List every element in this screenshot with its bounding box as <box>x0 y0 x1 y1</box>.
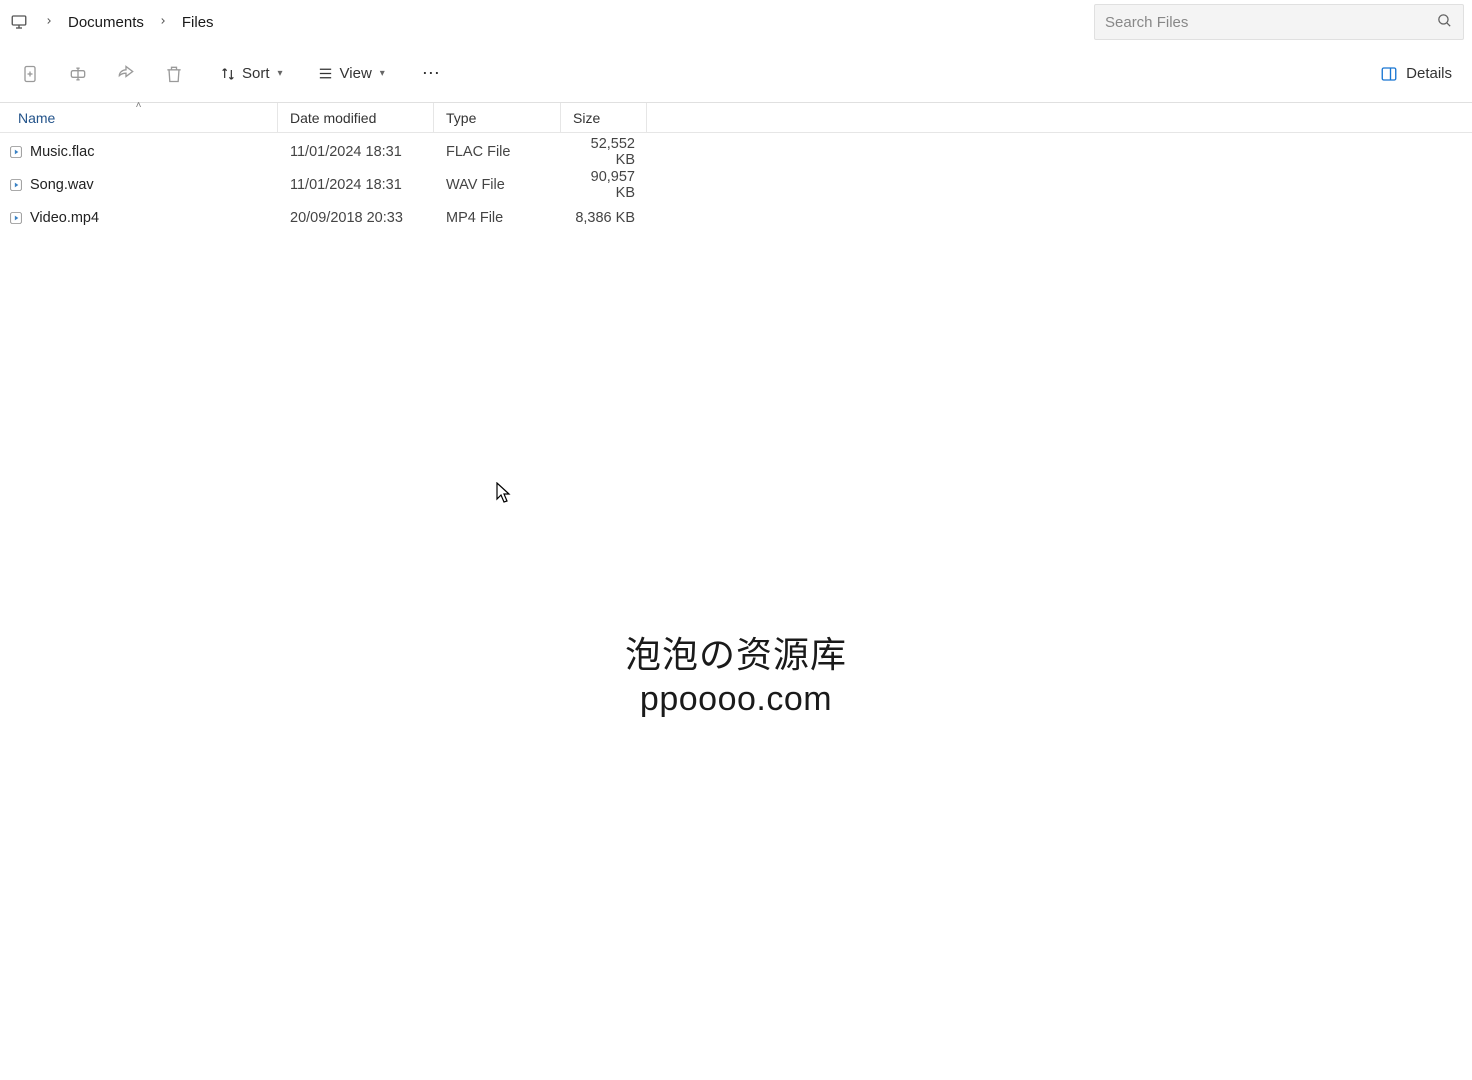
search-box[interactable] <box>1094 4 1464 40</box>
chevron-down-icon: ▾ <box>278 68 283 79</box>
file-type: FLAC File <box>434 144 561 160</box>
sort-button[interactable]: Sort ▾ <box>208 55 295 93</box>
details-button[interactable]: Details <box>1366 55 1466 93</box>
toolbar: Sort ▾ View ▾ ⋯ Details <box>0 45 1472 103</box>
file-size: 8,386 KB <box>561 210 647 226</box>
monitor-icon[interactable] <box>8 11 30 33</box>
media-file-icon <box>8 144 24 160</box>
watermark-line2: ppoooo.com <box>625 680 847 719</box>
file-name: Music.flac <box>30 144 94 160</box>
chevron-right-icon[interactable] <box>36 15 62 29</box>
file-type: WAV File <box>434 177 561 193</box>
delete-button[interactable] <box>150 55 198 93</box>
file-list[interactable]: Music.flac 11/01/2024 18:31 FLAC File 52… <box>0 133 1472 236</box>
sort-asc-icon: ˄ <box>136 100 142 111</box>
file-name: Video.mp4 <box>30 210 99 226</box>
file-name: Song.wav <box>30 177 94 193</box>
share-button[interactable] <box>102 55 150 93</box>
view-label: View <box>340 65 372 82</box>
new-button[interactable] <box>6 55 54 93</box>
chevron-right-icon[interactable] <box>150 15 176 29</box>
media-file-icon <box>8 210 24 226</box>
file-size: 52,552 KB <box>561 136 647 168</box>
column-header-modified[interactable]: Date modified <box>278 103 434 132</box>
file-modified: 20/09/2018 20:33 <box>278 210 434 226</box>
file-row[interactable]: Music.flac 11/01/2024 18:31 FLAC File 52… <box>0 135 1472 168</box>
file-row[interactable]: Video.mp4 20/09/2018 20:33 MP4 File 8,38… <box>0 201 1472 234</box>
more-button[interactable]: ⋯ <box>411 55 453 93</box>
file-type: MP4 File <box>434 210 561 226</box>
column-header-type[interactable]: Type <box>434 103 561 132</box>
sort-label: Sort <box>242 65 270 82</box>
watermark-line1: 泡泡の资源库 <box>625 626 847 678</box>
watermark: 泡泡の资源库 ppoooo.com <box>625 626 847 719</box>
column-headers: ˄ Name Date modified Type Size <box>0 103 1472 133</box>
file-modified: 11/01/2024 18:31 <box>278 177 434 193</box>
breadcrumb-documents[interactable]: Documents <box>62 10 150 35</box>
breadcrumb-bar: Documents Files <box>0 0 1472 45</box>
breadcrumb-files[interactable]: Files <box>176 10 220 35</box>
column-header-size[interactable]: Size <box>561 103 647 132</box>
file-modified: 11/01/2024 18:31 <box>278 144 434 160</box>
view-button[interactable]: View ▾ <box>305 55 397 93</box>
search-icon[interactable] <box>1436 12 1453 32</box>
rename-button[interactable] <box>54 55 102 93</box>
media-file-icon <box>8 177 24 193</box>
details-label: Details <box>1406 65 1452 82</box>
search-input[interactable] <box>1105 14 1428 31</box>
cursor-icon <box>496 482 512 507</box>
file-row[interactable]: Song.wav 11/01/2024 18:31 WAV File 90,95… <box>0 168 1472 201</box>
file-size: 90,957 KB <box>561 169 647 201</box>
column-header-name[interactable]: ˄ Name <box>0 103 278 132</box>
chevron-down-icon: ▾ <box>380 68 385 79</box>
